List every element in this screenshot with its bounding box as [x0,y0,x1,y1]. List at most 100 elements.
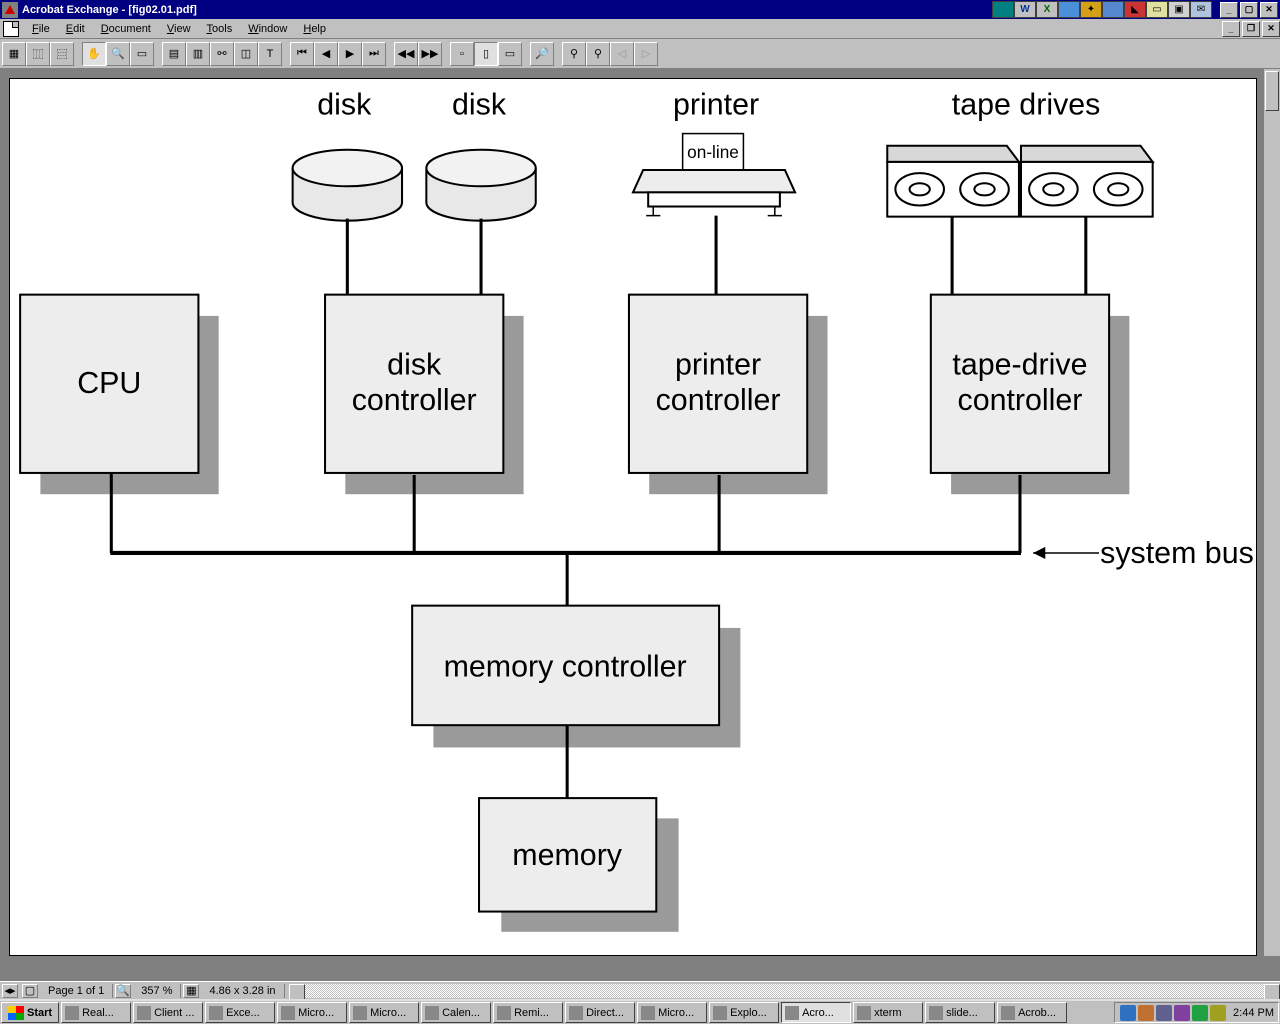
minimize-button[interactable]: _ [1220,2,1238,18]
menu-document[interactable]: Document [93,21,159,37]
tb-prev-page[interactable]: ◀ [314,42,338,66]
tray-shortcut-8[interactable]: ▭ [1146,1,1168,18]
status-zoom: 357 % [133,984,181,998]
disk-1-icon [293,150,402,221]
title-bar: Acrobat Exchange - [fig02.01.pdf] W X ✦ … [0,0,1280,19]
app-icon [497,1006,511,1020]
tape-drive-2-icon [1021,146,1153,217]
tray-icon-6[interactable] [1210,1005,1226,1021]
tray-icon-5[interactable] [1192,1005,1208,1021]
tray-shortcut-3[interactable]: X [1036,1,1058,18]
pdf-page[interactable]: disk disk printer tape drives on-line [9,78,1257,956]
taskbar-item[interactable]: Explo... [709,1002,779,1023]
taskbar-item[interactable]: Micro... [637,1002,707,1023]
tb-last-page[interactable]: ⏭ [362,42,386,66]
taskbar-item[interactable]: Exce... [205,1002,275,1023]
tape-ctrl-l1: tape-drive [952,348,1087,382]
tb-crop-tool[interactable]: ◫ [234,42,258,66]
tray-icon-4[interactable] [1174,1005,1190,1021]
tray-shortcut-9[interactable]: ▣ [1168,1,1190,18]
tb-zoom-tool[interactable]: 🔍 [106,42,130,66]
tb-select-tool[interactable]: ▭ [130,42,154,66]
tb-fit-page[interactable]: ▯ [474,42,498,66]
tb-hand-tool[interactable]: ✋ [82,42,106,66]
close-button[interactable]: ✕ [1260,2,1278,18]
app-icon [2,2,18,18]
status-size-icon[interactable]: ▦ [183,984,199,998]
taskbar-item-label: Acro... [802,1007,834,1019]
taskbar-item[interactable]: Real... [61,1002,131,1023]
tb-search-1[interactable]: ⚲ [562,42,586,66]
taskbar-item-label: Micro... [658,1007,694,1019]
tray-shortcut-5[interactable]: ✦ [1080,1,1102,18]
app-icon [569,1006,583,1020]
taskbar-item[interactable]: slide... [925,1002,995,1023]
taskbar-item[interactable]: xterm [853,1002,923,1023]
document-icon[interactable] [3,21,19,37]
taskbar-item-label: Exce... [226,1007,260,1019]
tb-search-2[interactable]: ⚲ [586,42,610,66]
tray-shortcut-1[interactable] [992,1,1014,18]
tray-icon-3[interactable] [1156,1005,1172,1021]
taskbar-item[interactable]: Micro... [349,1002,419,1023]
menu-view[interactable]: View [159,21,199,37]
vertical-scrollbar[interactable] [1263,69,1280,956]
menu-tools[interactable]: Tools [199,21,241,37]
tb-fit-width[interactable]: ▭ [498,42,522,66]
windows-logo-icon [8,1006,24,1020]
app-icon [713,1006,727,1020]
printer-label: printer [673,87,759,121]
app-icon [425,1006,439,1020]
status-page-icon[interactable]: ▢ [22,984,38,998]
tb-link-tool[interactable]: ⚯ [210,42,234,66]
app-icon [353,1006,367,1020]
mdi-restore-button[interactable]: ❐ [1242,21,1260,37]
tb-note-2[interactable]: ▥ [186,42,210,66]
taskbar-item[interactable]: Calen... [421,1002,491,1023]
tray-shortcut-10[interactable]: ✉ [1190,1,1212,18]
tb-page-only[interactable]: ▦ [2,42,26,66]
menu-edit[interactable]: Edit [58,21,93,37]
toolbar: ▦ ⿲ ⿳ ✋ 🔍 ▭ ▤ ▥ ⚯ ◫ T ⏮ ◀ ▶ ⏭ ◀◀ ▶▶ ▫ ▯ … [0,39,1280,69]
tb-next-view[interactable]: ▶▶ [418,42,442,66]
system-bus-label: system bus [1100,536,1254,570]
taskbar-item[interactable]: Acrob... [997,1002,1067,1023]
tb-text-note[interactable]: ▤ [162,42,186,66]
taskbar-item[interactable]: Micro... [277,1002,347,1023]
tb-prev-view[interactable]: ◀◀ [394,42,418,66]
tray-icon-2[interactable] [1138,1005,1154,1021]
tb-thumbs-page[interactable]: ⿳ [50,42,74,66]
printer-icon: on-line [633,134,795,216]
tray-shortcut-6[interactable] [1102,1,1124,18]
horizontal-scrollbar[interactable] [289,984,1280,998]
mdi-minimize-button[interactable]: _ [1222,21,1240,37]
tray-shortcut-2[interactable]: W [1014,1,1036,18]
tb-first-page[interactable]: ⏮ [290,42,314,66]
maximize-button[interactable]: ▢ [1240,2,1258,18]
start-button[interactable]: Start [1,1002,59,1023]
tb-search-next[interactable]: ▷ [634,42,658,66]
tray-shortcut-4[interactable] [1058,1,1080,18]
taskbar-item[interactable]: Direct... [565,1002,635,1023]
taskbar-item-label: Calen... [442,1007,480,1019]
menu-window[interactable]: Window [240,21,295,37]
tb-search-prev[interactable]: ◁ [610,42,634,66]
app-icon [65,1006,79,1020]
app-icon [137,1006,151,1020]
status-nav-first[interactable]: ◂▸ [2,984,18,998]
tray-icon-1[interactable] [1120,1005,1136,1021]
tb-find[interactable]: 🔎 [530,42,554,66]
app-icon [209,1006,223,1020]
tb-actual-size[interactable]: ▫ [450,42,474,66]
tray-shortcut-7[interactable]: ◣ [1124,1,1146,18]
menu-help[interactable]: Help [295,21,334,37]
status-zoom-icon[interactable]: 🔍 [115,984,131,998]
mdi-close-button[interactable]: ✕ [1262,21,1280,37]
tb-text-select[interactable]: T [258,42,282,66]
menu-file[interactable]: File [24,21,58,37]
tb-next-page[interactable]: ▶ [338,42,362,66]
tb-bookmarks-page[interactable]: ⿲ [26,42,50,66]
taskbar-item[interactable]: Remi... [493,1002,563,1023]
taskbar-item[interactable]: Acro... [781,1002,851,1023]
taskbar-item[interactable]: Client ... [133,1002,203,1023]
